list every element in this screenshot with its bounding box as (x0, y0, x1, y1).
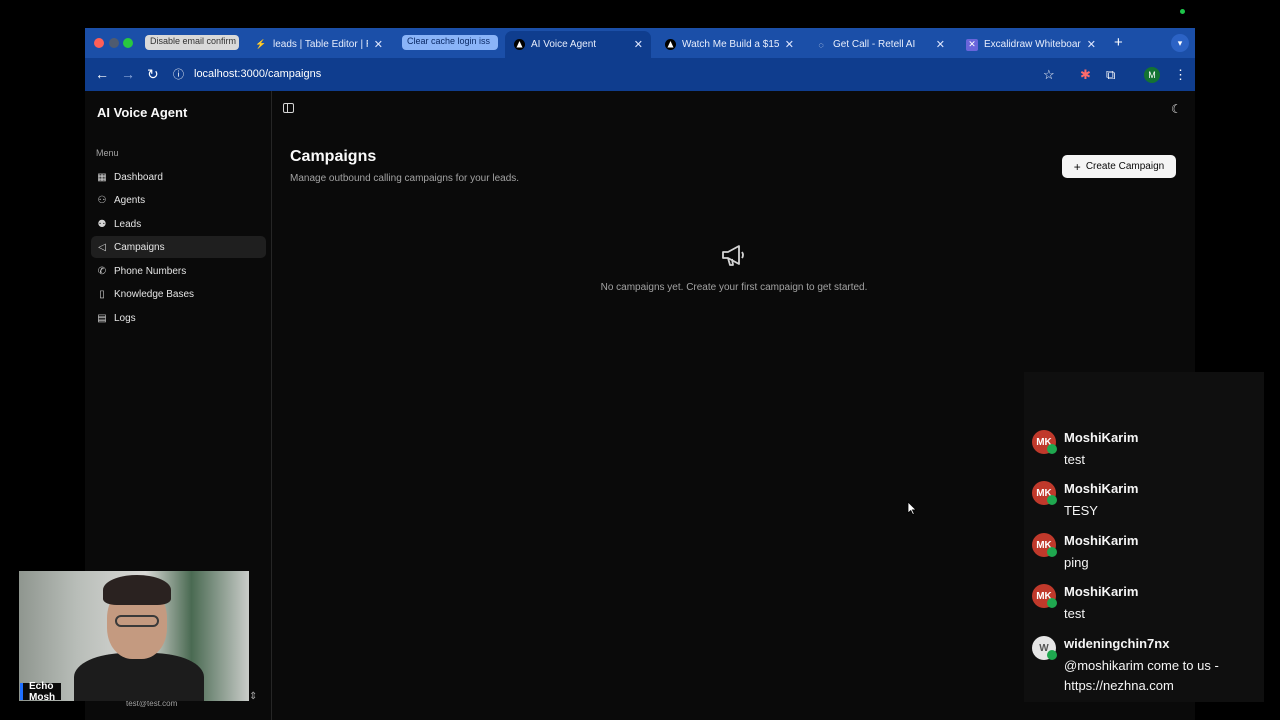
tab-watch-me-build[interactable]: Watch Me Build a $15K ✕ (656, 31, 802, 58)
tab-search-chevron-icon[interactable]: ▾ (1171, 34, 1189, 52)
chat-text: test (1064, 606, 1085, 621)
close-tab-icon[interactable]: ✕ (634, 38, 643, 51)
chat-username: MoshiKarim (1064, 533, 1139, 548)
verified-badge-icon (1047, 598, 1057, 608)
page-title: Campaigns (290, 148, 377, 165)
presenter-hair (103, 575, 171, 605)
close-tab-icon[interactable]: ✕ (936, 38, 945, 51)
webcam-name-label: Echo Mosh (20, 681, 62, 703)
sidebar-item-logs[interactable]: ▤ Logs (91, 307, 266, 329)
browser-menu-icon[interactable]: ⋮ (1174, 67, 1187, 83)
app-logo-icon (513, 39, 525, 51)
tab-retell-ai[interactable]: ◌ Get Call - Retell AI ✕ (807, 31, 953, 58)
close-window-icon[interactable] (94, 38, 104, 48)
verified-badge-icon (1047, 495, 1057, 505)
chat-username: MoshiKarim (1064, 584, 1139, 599)
browser-toolbar: ← → ↻ ⓘ localhost:3000/campaigns ☆ ✱ ⧉ ⋮ (85, 58, 1195, 91)
verified-badge-icon (1047, 547, 1057, 557)
close-tab-icon[interactable]: ✕ (785, 38, 794, 51)
chat-username: wideningchin7nx (1064, 636, 1170, 651)
top-strip (85, 0, 1195, 28)
users-icon: ⚇ (97, 194, 107, 206)
sidebar-item-phone-numbers[interactable]: ✆ Phone Numbers (91, 260, 266, 282)
sidebar-item-leads[interactable]: ⚉ Leads (91, 213, 266, 235)
tab-leads-table[interactable]: ⚡ leads | Table Editor | RR ✕ (247, 31, 391, 58)
mouse-cursor-icon (907, 501, 917, 515)
loading-spinner-icon: ◌ (818, 39, 824, 50)
tab-ai-voice-agent[interactable]: AI Voice Agent ✕ (505, 31, 651, 58)
app-brand: AI Voice Agent (97, 105, 188, 120)
app-logo-icon (664, 39, 676, 51)
presenter-body (74, 653, 204, 701)
chevrons-up-down-icon[interactable]: ⇕ (249, 691, 257, 702)
chat-text: TESY (1064, 503, 1098, 518)
excalidraw-icon: ✕ (966, 38, 978, 51)
sidebar-item-agents[interactable]: ⚇ Agents (91, 189, 266, 211)
chat-text: ping (1064, 555, 1089, 570)
phone-icon: ✆ (97, 265, 107, 277)
tab-excalidraw[interactable]: ✕ Excalidraw Whiteboard ✕ (958, 31, 1104, 58)
megaphone-icon (722, 245, 744, 266)
tab-disable-email[interactable]: Disable email confirm (145, 35, 239, 50)
menu-label: Menu (96, 148, 119, 158)
create-campaign-button[interactable]: + Create Campaign (1062, 155, 1176, 178)
empty-state-message: No campaigns yet. Create your first camp… (600, 282, 868, 293)
url-text: localhost:3000/campaigns (194, 68, 322, 80)
chat-text: test (1064, 452, 1085, 467)
close-tab-icon[interactable]: ✕ (1087, 38, 1096, 51)
stream-chat-overlay: MK MoshiKarim test MK MoshiKarim TESY MK… (1024, 372, 1264, 702)
extensions-puzzle-icon[interactable]: ⧉ (1106, 67, 1115, 83)
moon-icon[interactable]: ☾ (1171, 102, 1182, 116)
sidebar-item-knowledge-bases[interactable]: ▯ Knowledge Bases (91, 283, 266, 305)
scroll-icon: ▤ (97, 312, 107, 324)
reload-icon[interactable]: ↻ (147, 66, 159, 83)
new-tab-icon[interactable]: + (1114, 34, 1123, 51)
chat-text: @moshikarim come to us - https://nezhna.… (1064, 658, 1219, 693)
chat-username: MoshiKarim (1064, 430, 1139, 445)
book-icon: ▯ (99, 288, 105, 300)
presenter-glasses (115, 615, 159, 627)
close-tab-icon[interactable]: ✕ (374, 38, 383, 51)
camera-indicator-icon (1180, 9, 1185, 14)
dashboard-icon: ▦ (97, 171, 107, 183)
sidebar-item-campaigns[interactable]: ◁ Campaigns (91, 236, 266, 258)
back-arrow-icon[interactable]: ← (95, 66, 109, 82)
profile-avatar[interactable]: M (1144, 67, 1160, 83)
tab-bar: Disable email confirm ⚡ leads | Table Ed… (85, 28, 1195, 58)
address-bar[interactable]: ⓘ localhost:3000/campaigns (173, 63, 1068, 85)
maximize-window-icon[interactable] (123, 38, 133, 48)
plus-icon: + (1073, 159, 1081, 174)
site-info-icon[interactable]: ⓘ (173, 66, 184, 82)
verified-badge-icon (1047, 444, 1057, 454)
supabase-icon: ⚡ (255, 39, 267, 49)
megaphone-icon: ◁ (98, 241, 106, 253)
page-subtitle: Manage outbound calling campaigns for yo… (290, 173, 520, 184)
bookmark-star-icon[interactable]: ☆ (1043, 67, 1055, 83)
toggle-sidebar-icon[interactable] (283, 103, 294, 113)
sidebar-item-dashboard[interactable]: ▦ Dashboard (91, 166, 266, 188)
minimize-window-icon[interactable] (109, 38, 119, 48)
user-plus-icon: ⚉ (97, 218, 107, 230)
tab-clear-cache[interactable]: Clear cache login iss (402, 35, 498, 50)
extension-bug-icon[interactable]: ✱ (1080, 67, 1091, 83)
chat-username: MoshiKarim (1064, 481, 1139, 496)
verified-badge-icon (1047, 650, 1057, 660)
forward-arrow-icon[interactable]: → (121, 66, 135, 82)
